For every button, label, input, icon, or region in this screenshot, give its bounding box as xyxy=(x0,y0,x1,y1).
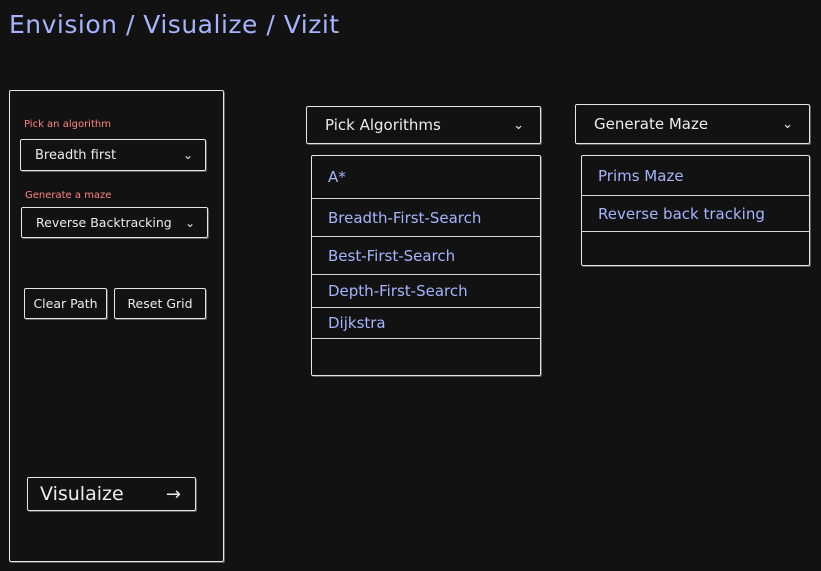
maze-item-prims[interactable]: Prims Maze xyxy=(582,156,809,196)
chevron-down-icon: ⌄ xyxy=(513,117,524,133)
page-title: Envision / Visualize / Vizit xyxy=(9,10,340,39)
algorithms-list: A* Breadth-First-Search Best-First-Searc… xyxy=(311,155,541,376)
visualize-button[interactable]: Visulaize → xyxy=(27,477,196,511)
reset-grid-button[interactable]: Reset Grid xyxy=(114,288,206,319)
algorithm-select[interactable]: Breadth first ⌄ xyxy=(20,139,206,171)
chevron-down-icon: ⌄ xyxy=(782,116,793,132)
maze-item-reverse-backtracking[interactable]: Reverse back tracking xyxy=(582,196,809,232)
pick-algorithms-dropdown[interactable]: Pick Algorithms ⌄ xyxy=(306,106,541,144)
pick-algorithms-label: Pick Algorithms xyxy=(325,116,441,134)
maze-label: Generate a maze xyxy=(25,190,112,201)
maze-select[interactable]: Reverse Backtracking ⌄ xyxy=(21,207,208,238)
chevron-down-icon: ⌄ xyxy=(184,215,195,230)
algorithm-item-best-first[interactable]: Best-First-Search xyxy=(312,237,540,275)
generate-maze-dropdown[interactable]: Generate Maze ⌄ xyxy=(575,104,810,144)
chevron-down-icon: ⌄ xyxy=(182,148,193,162)
algorithm-item-bfs[interactable]: Breadth-First-Search xyxy=(312,199,540,237)
clear-path-button[interactable]: Clear Path xyxy=(24,288,107,319)
generate-maze-label: Generate Maze xyxy=(594,115,709,133)
maze-select-value: Reverse Backtracking xyxy=(36,215,172,230)
arrow-right-icon: → xyxy=(165,483,181,505)
maze-list: Prims Maze Reverse back tracking xyxy=(581,155,810,266)
algorithm-item-dijkstra[interactable]: Dijkstra xyxy=(312,308,540,339)
algorithm-label: Pick an algorithm xyxy=(24,119,111,130)
algorithm-item-a-star[interactable]: A* xyxy=(312,156,540,199)
visualize-button-label: Visulaize xyxy=(40,483,124,505)
algorithm-item-dfs[interactable]: Depth-First-Search xyxy=(312,275,540,308)
algorithm-select-value: Breadth first xyxy=(35,147,117,163)
